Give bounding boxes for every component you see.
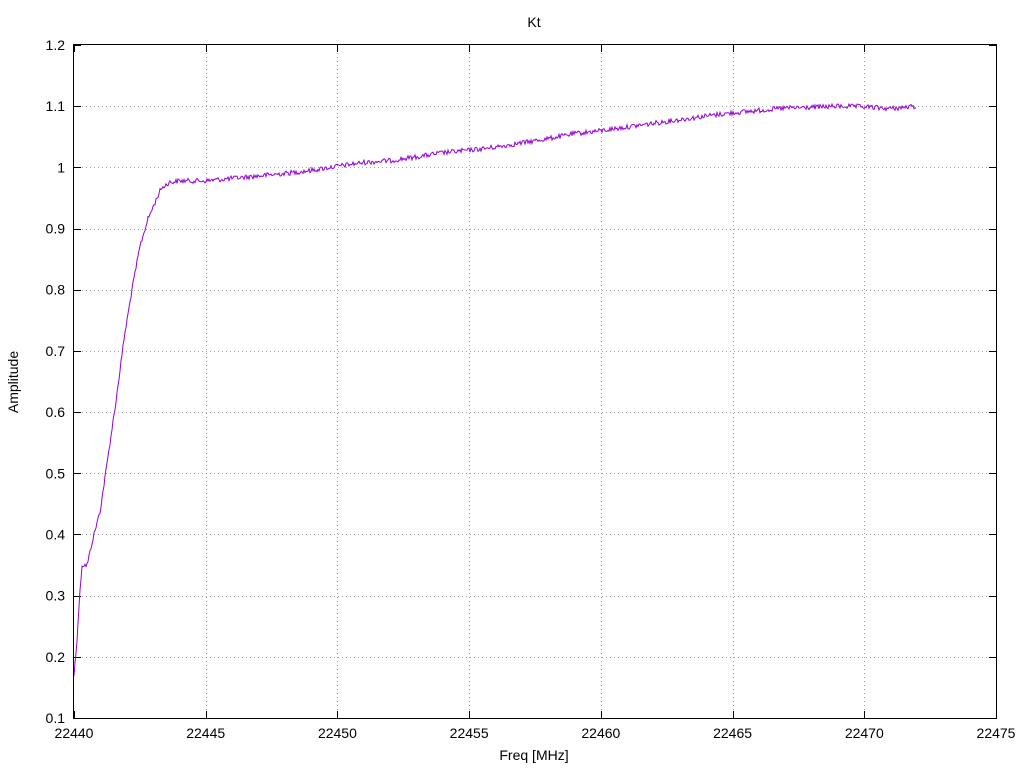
series-group xyxy=(73,102,917,676)
series-line xyxy=(73,102,917,676)
x-tick-label: 22460 xyxy=(581,725,620,741)
y-tick-label: 0.2 xyxy=(46,649,66,665)
y-tick-label: 0.8 xyxy=(46,282,66,298)
x-tick-label: 22450 xyxy=(318,725,357,741)
line-chart: Kt 22440 22445 22450 22455 22460 22465 22470 22… xyxy=(5,14,1016,763)
x-tick-label: 22465 xyxy=(713,725,752,741)
x-tick-label: 22455 xyxy=(450,725,489,741)
y-tick-label: 1.1 xyxy=(46,98,66,114)
plot-frame xyxy=(73,44,997,719)
y-tick-label: 1 xyxy=(57,159,65,175)
y-axis-label: Amplitude xyxy=(5,351,21,413)
y-tick-label: 0.1 xyxy=(46,710,66,726)
chart-title: Kt xyxy=(527,14,540,30)
y-tick-label: 0.3 xyxy=(46,588,66,604)
grid xyxy=(74,45,996,718)
y-tick-label: 0.7 xyxy=(46,343,66,359)
y-tick-label: 0.9 xyxy=(46,221,66,237)
x-tick-label: 22475 xyxy=(977,725,1016,741)
x-tick-label: 22470 xyxy=(845,725,884,741)
y-tick-label: 1.2 xyxy=(46,37,66,53)
ticks xyxy=(74,45,997,719)
y-tick-label: 0.6 xyxy=(46,404,66,420)
y-tick-labels: 0.1 0.2 0.3 0.4 0.5 0.6 0.7 0.8 0.9 1 1.1 1.2 xyxy=(46,37,66,726)
x-tick-labels: 22440 22445 22450 22455 22460 22465 22470 22475 xyxy=(55,725,1016,741)
x-axis-label: Freq [MHz] xyxy=(499,747,568,763)
x-tick-label: 22440 xyxy=(55,725,94,741)
y-tick-label: 0.4 xyxy=(46,526,66,542)
y-tick-label: 0.5 xyxy=(46,465,66,481)
x-tick-label: 22445 xyxy=(186,725,225,741)
